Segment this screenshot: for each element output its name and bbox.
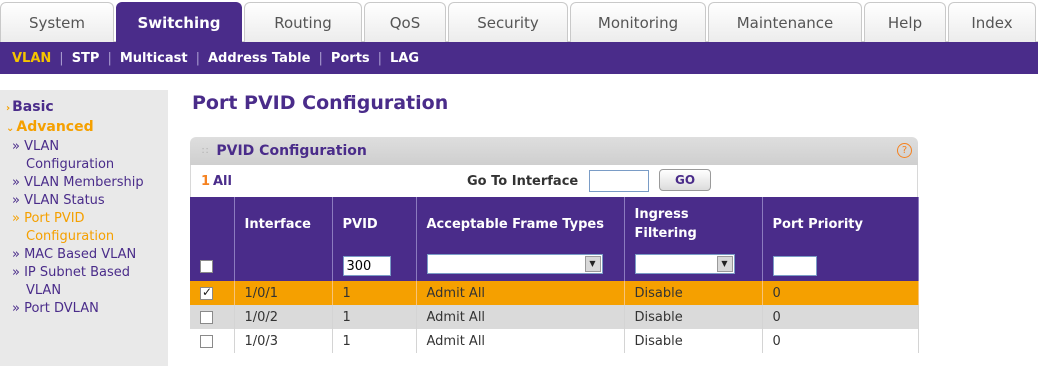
sidebar-item-vlan-membership[interactable]: » VLAN Membership <box>6 174 168 192</box>
header-acceptable-frame-types: Acceptable Frame Types <box>416 197 625 251</box>
row-select-cell <box>190 281 235 305</box>
row-priority: 0 <box>762 329 919 353</box>
row-ingress: Disable <box>624 305 763 329</box>
page-number[interactable]: 1 <box>201 174 210 189</box>
page-all-link[interactable]: All <box>213 174 232 189</box>
edit-ingress-cell: ▼ <box>624 251 763 281</box>
pvid-input[interactable] <box>342 256 391 276</box>
row-frame-types: Admit All <box>416 305 625 329</box>
sidebar-basic-label: Basic <box>12 99 54 115</box>
grip-icon: ∷ <box>202 145 209 157</box>
row-interface: 1/0/3 <box>234 329 333 353</box>
ingress-filtering-select[interactable]: ▼ <box>634 254 735 274</box>
sidebar-item-mac-based-vlan[interactable]: » MAC Based VLAN <box>6 246 168 264</box>
subnav-separator: | <box>195 50 200 66</box>
chevron-down-icon: ⌄ <box>6 123 15 134</box>
edit-frame-types-cell: ▼ <box>416 251 625 281</box>
row-interface: 1/0/1 <box>234 281 333 305</box>
sidebar-advanced[interactable]: ⌄ Advanced <box>6 118 168 138</box>
header-select <box>190 197 235 251</box>
edit-pvid-cell <box>332 251 417 281</box>
go-button[interactable]: GO <box>659 169 711 191</box>
sidebar-item-vlan-status[interactable]: » VLAN Status <box>6 192 168 210</box>
row-interface: 1/0/2 <box>234 305 333 329</box>
panel-title: PVID Configuration <box>216 143 367 159</box>
header-ingress-filtering: Ingress Filtering <box>624 197 763 251</box>
row-ingress: Disable <box>624 329 763 353</box>
row-select-cell <box>190 329 235 353</box>
table-row[interactable]: 1/0/1 1 Admit All Disable 0 <box>190 281 919 305</box>
table-row[interactable]: 1/0/2 1 Admit All Disable 0 <box>190 305 919 329</box>
tab-help[interactable]: Help <box>864 2 946 42</box>
sidebar-item-port-dvlan[interactable]: » Port DVLAN <box>6 300 168 318</box>
sidebar-item-ip-subnet-vlan-cont[interactable]: VLAN <box>6 282 168 300</box>
dropdown-arrow-icon[interactable]: ▼ <box>584 256 601 272</box>
row-priority: 0 <box>762 305 919 329</box>
sidebar-advanced-label: Advanced <box>16 119 94 135</box>
pvid-table: Interface PVID Acceptable Frame Types In… <box>190 197 919 353</box>
edit-row: ▼ ▼ <box>190 251 919 281</box>
tab-routing[interactable]: Routing <box>244 2 362 42</box>
row-frame-types: Admit All <box>416 329 625 353</box>
sidebar: › Basic ⌄ Advanced » VLAN Configuration » … <box>0 90 168 366</box>
row-pvid: 1 <box>332 281 417 305</box>
row-checkbox[interactable] <box>200 285 213 300</box>
sub-nav: VLAN | STP | Multicast | Address Table |… <box>0 42 1038 74</box>
row-select-cell <box>190 305 235 329</box>
sidebar-basic[interactable]: › Basic <box>6 98 168 118</box>
header-pvid: PVID <box>332 197 417 251</box>
subnav-multicast[interactable]: Multicast <box>120 51 188 66</box>
chevron-right-icon: › <box>6 103 11 114</box>
tab-index[interactable]: Index <box>948 2 1036 42</box>
table-header-row: Interface PVID Acceptable Frame Types In… <box>190 197 919 251</box>
goto-row: 1 All Go To Interface GO <box>190 165 918 197</box>
dropdown-arrow-icon[interactable]: ▼ <box>716 256 733 272</box>
goto-interface-label: Go To Interface <box>467 173 579 189</box>
sidebar-item-port-pvid-cont[interactable]: Configuration <box>6 228 168 246</box>
tab-qos[interactable]: QoS <box>364 2 446 42</box>
sidebar-item-ip-subnet-vlan[interactable]: » IP Subnet Based <box>6 264 168 282</box>
goto-interface-input[interactable] <box>589 170 649 192</box>
sidebar-item-port-pvid[interactable]: » Port PVID <box>6 210 168 228</box>
edit-priority-cell <box>762 251 919 281</box>
subnav-ports[interactable]: Ports <box>331 51 370 66</box>
header-port-priority: Port Priority <box>762 197 919 251</box>
panel-header: ∷ PVID Configuration ? <box>190 137 918 165</box>
sidebar-item-vlan-configuration[interactable]: » VLAN <box>6 138 168 156</box>
subnav-separator: | <box>59 50 64 66</box>
row-frame-types: Admit All <box>416 281 625 305</box>
tab-security[interactable]: Security <box>448 2 568 42</box>
row-pvid: 1 <box>332 305 417 329</box>
table-row[interactable]: 1/0/3 1 Admit All Disable 0 <box>190 329 919 353</box>
row-checkbox[interactable] <box>200 334 213 348</box>
frame-types-select[interactable]: ▼ <box>426 254 603 274</box>
tab-monitoring[interactable]: Monitoring <box>570 2 706 42</box>
row-checkbox[interactable] <box>200 310 213 324</box>
subnav-separator: | <box>377 50 383 66</box>
tab-switching[interactable]: Switching <box>116 2 242 42</box>
subnav-separator: | <box>318 50 323 66</box>
tab-system[interactable]: System <box>0 2 114 42</box>
pvid-configuration-panel: ∷ PVID Configuration ? 1 All Go To Inter… <box>190 137 919 366</box>
page-title: Port PVID Configuration <box>192 92 449 114</box>
edit-select-cell <box>190 251 235 281</box>
subnav-lag[interactable]: LAG <box>390 51 419 66</box>
header-interface: Interface <box>234 197 333 251</box>
subnav-separator: | <box>107 50 112 66</box>
help-icon[interactable]: ? <box>897 143 912 158</box>
tab-maintenance[interactable]: Maintenance <box>708 2 862 42</box>
subnav-stp[interactable]: STP <box>72 51 100 66</box>
top-nav: System Switching Routing QoS Security Mo… <box>0 0 1038 42</box>
row-ingress: Disable <box>624 281 763 305</box>
select-all-checkbox[interactable] <box>200 259 213 273</box>
row-pvid: 1 <box>332 329 417 353</box>
edit-interface-cell <box>234 251 333 281</box>
port-priority-input[interactable] <box>772 256 817 276</box>
sidebar-item-vlan-configuration-cont[interactable]: Configuration <box>6 156 168 174</box>
subnav-vlan[interactable]: VLAN <box>12 51 51 66</box>
row-priority: 0 <box>762 281 919 305</box>
subnav-address-table[interactable]: Address Table <box>208 51 310 66</box>
